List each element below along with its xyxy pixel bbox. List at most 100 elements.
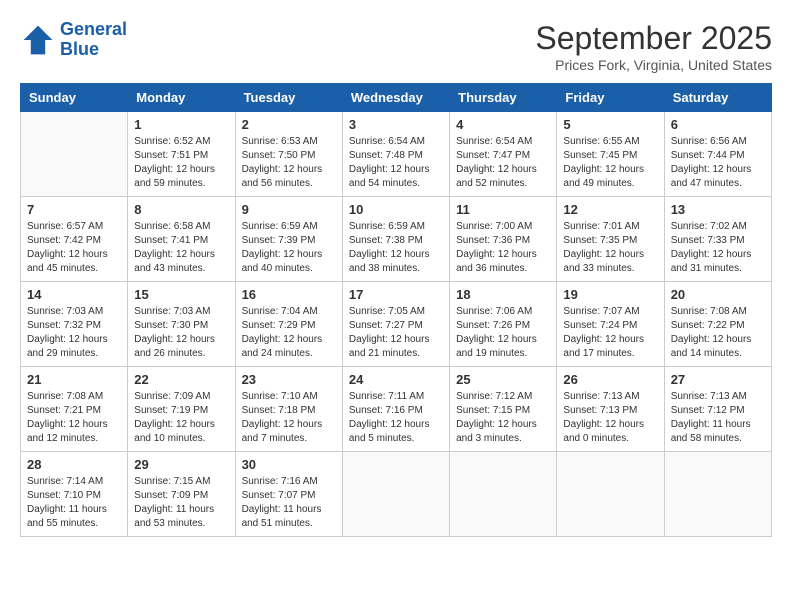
calendar-header-row: SundayMondayTuesdayWednesdayThursdayFrid… (21, 84, 772, 112)
day-info: Sunrise: 7:03 AM Sunset: 7:30 PM Dayligh… (134, 305, 228, 361)
day-info: Sunrise: 6:59 AM Sunset: 7:39 PM Dayligh… (242, 220, 336, 276)
day-number: 2 (242, 117, 336, 132)
calendar-cell: 10 Sunrise: 6:59 AM Sunset: 7:38 PM Dayli… (342, 197, 449, 282)
day-number: 22 (134, 372, 228, 387)
day-number: 10 (349, 202, 443, 217)
calendar-cell: 29 Sunrise: 7:15 AM Sunset: 7:09 PM Dayli… (128, 452, 235, 537)
day-info: Sunrise: 6:54 AM Sunset: 7:47 PM Dayligh… (456, 135, 550, 191)
calendar-cell (557, 452, 664, 537)
calendar-cell: 13Sunrise: 7:02 AM Sunset: 7:33 PM Dayli… (664, 197, 771, 282)
calendar-week-1: 1 Sunrise: 6:52 AM Sunset: 7:51 PM Daylig… (21, 112, 772, 197)
col-header-wednesday: Wednesday (342, 84, 449, 112)
calendar-cell: 24 Sunrise: 7:11 AM Sunset: 7:16 PM Dayli… (342, 367, 449, 452)
calendar-cell: 14Sunrise: 7:03 AM Sunset: 7:32 PM Dayli… (21, 282, 128, 367)
day-number: 24 (349, 372, 443, 387)
calendar-cell (664, 452, 771, 537)
calendar-cell: 27 Sunrise: 7:13 AM Sunset: 7:12 PM Dayli… (664, 367, 771, 452)
calendar-cell: 30 Sunrise: 7:16 AM Sunset: 7:07 PM Dayli… (235, 452, 342, 537)
day-number: 28 (27, 457, 121, 472)
calendar-cell: 25 Sunrise: 7:12 AM Sunset: 7:15 PM Dayli… (450, 367, 557, 452)
day-number: 29 (134, 457, 228, 472)
month-title: September 2025 (535, 20, 772, 57)
day-info: Sunrise: 7:09 AM Sunset: 7:19 PM Dayligh… (134, 390, 228, 446)
day-number: 30 (242, 457, 336, 472)
day-info: Sunrise: 7:07 AM Sunset: 7:24 PM Dayligh… (563, 305, 657, 361)
day-number: 25 (456, 372, 550, 387)
calendar-cell: 17Sunrise: 7:05 AM Sunset: 7:27 PM Dayli… (342, 282, 449, 367)
day-number: 6 (671, 117, 765, 132)
location: Prices Fork, Virginia, United States (535, 57, 772, 73)
logo: General Blue (20, 20, 127, 60)
calendar-cell (450, 452, 557, 537)
calendar-cell: 18 Sunrise: 7:06 AM Sunset: 7:26 PM Dayli… (450, 282, 557, 367)
calendar-cell (21, 112, 128, 197)
day-number: 21 (27, 372, 121, 387)
day-info: Sunrise: 7:08 AM Sunset: 7:21 PM Dayligh… (27, 390, 121, 446)
calendar-cell: 15 Sunrise: 7:03 AM Sunset: 7:30 PM Dayli… (128, 282, 235, 367)
day-info: Sunrise: 7:02 AM Sunset: 7:33 PM Dayligh… (671, 220, 765, 276)
calendar-cell: 12 Sunrise: 7:01 AM Sunset: 7:35 PM Dayli… (557, 197, 664, 282)
day-info: Sunrise: 7:08 AM Sunset: 7:22 PM Dayligh… (671, 305, 765, 361)
page-header: General Blue September 2025 Prices Fork,… (20, 20, 772, 73)
day-number: 12 (563, 202, 657, 217)
day-number: 1 (134, 117, 228, 132)
calendar-cell (342, 452, 449, 537)
calendar-cell: 22 Sunrise: 7:09 AM Sunset: 7:19 PM Dayli… (128, 367, 235, 452)
day-number: 9 (242, 202, 336, 217)
col-header-friday: Friday (557, 84, 664, 112)
calendar-cell: 8 Sunrise: 6:58 AM Sunset: 7:41 PM Daylig… (128, 197, 235, 282)
calendar-cell: 23Sunrise: 7:10 AM Sunset: 7:18 PM Dayli… (235, 367, 342, 452)
calendar-cell: 4 Sunrise: 6:54 AM Sunset: 7:47 PM Daylig… (450, 112, 557, 197)
day-number: 7 (27, 202, 121, 217)
day-info: Sunrise: 6:55 AM Sunset: 7:45 PM Dayligh… (563, 135, 657, 191)
day-info: Sunrise: 6:52 AM Sunset: 7:51 PM Dayligh… (134, 135, 228, 191)
day-info: Sunrise: 6:59 AM Sunset: 7:38 PM Dayligh… (349, 220, 443, 276)
day-info: Sunrise: 7:14 AM Sunset: 7:10 PM Dayligh… (27, 475, 121, 531)
day-number: 8 (134, 202, 228, 217)
day-number: 27 (671, 372, 765, 387)
day-info: Sunrise: 6:58 AM Sunset: 7:41 PM Dayligh… (134, 220, 228, 276)
day-info: Sunrise: 7:15 AM Sunset: 7:09 PM Dayligh… (134, 475, 228, 531)
calendar-cell: 9 Sunrise: 6:59 AM Sunset: 7:39 PM Daylig… (235, 197, 342, 282)
calendar-cell: 2Sunrise: 6:53 AM Sunset: 7:50 PM Daylig… (235, 112, 342, 197)
calendar-week-2: 7 Sunrise: 6:57 AM Sunset: 7:42 PM Daylig… (21, 197, 772, 282)
day-info: Sunrise: 7:03 AM Sunset: 7:32 PM Dayligh… (27, 305, 121, 361)
calendar-cell: 21 Sunrise: 7:08 AM Sunset: 7:21 PM Dayli… (21, 367, 128, 452)
col-header-saturday: Saturday (664, 84, 771, 112)
day-info: Sunrise: 7:10 AM Sunset: 7:18 PM Dayligh… (242, 390, 336, 446)
calendar-cell: 6Sunrise: 6:56 AM Sunset: 7:44 PM Daylig… (664, 112, 771, 197)
day-number: 3 (349, 117, 443, 132)
day-info: Sunrise: 6:54 AM Sunset: 7:48 PM Dayligh… (349, 135, 443, 191)
day-number: 11 (456, 202, 550, 217)
day-number: 5 (563, 117, 657, 132)
calendar-cell: 11Sunrise: 7:00 AM Sunset: 7:36 PM Dayli… (450, 197, 557, 282)
day-number: 18 (456, 287, 550, 302)
calendar-cell: 1 Sunrise: 6:52 AM Sunset: 7:51 PM Daylig… (128, 112, 235, 197)
calendar-cell: 3 Sunrise: 6:54 AM Sunset: 7:48 PM Daylig… (342, 112, 449, 197)
calendar-cell: 16 Sunrise: 7:04 AM Sunset: 7:29 PM Dayli… (235, 282, 342, 367)
calendar-cell: 5 Sunrise: 6:55 AM Sunset: 7:45 PM Daylig… (557, 112, 664, 197)
day-info: Sunrise: 7:06 AM Sunset: 7:26 PM Dayligh… (456, 305, 550, 361)
calendar-week-5: 28 Sunrise: 7:14 AM Sunset: 7:10 PM Dayli… (21, 452, 772, 537)
calendar: SundayMondayTuesdayWednesdayThursdayFrid… (20, 83, 772, 537)
day-number: 20 (671, 287, 765, 302)
title-area: September 2025 Prices Fork, Virginia, Un… (535, 20, 772, 73)
day-info: Sunrise: 7:11 AM Sunset: 7:16 PM Dayligh… (349, 390, 443, 446)
day-number: 16 (242, 287, 336, 302)
col-header-tuesday: Tuesday (235, 84, 342, 112)
col-header-monday: Monday (128, 84, 235, 112)
day-info: Sunrise: 7:04 AM Sunset: 7:29 PM Dayligh… (242, 305, 336, 361)
day-info: Sunrise: 7:13 AM Sunset: 7:12 PM Dayligh… (671, 390, 765, 446)
day-number: 4 (456, 117, 550, 132)
col-header-sunday: Sunday (21, 84, 128, 112)
calendar-week-4: 21 Sunrise: 7:08 AM Sunset: 7:21 PM Dayli… (21, 367, 772, 452)
day-number: 15 (134, 287, 228, 302)
day-info: Sunrise: 7:01 AM Sunset: 7:35 PM Dayligh… (563, 220, 657, 276)
day-info: Sunrise: 7:16 AM Sunset: 7:07 PM Dayligh… (242, 475, 336, 531)
day-number: 26 (563, 372, 657, 387)
day-info: Sunrise: 7:12 AM Sunset: 7:15 PM Dayligh… (456, 390, 550, 446)
calendar-week-3: 14Sunrise: 7:03 AM Sunset: 7:32 PM Dayli… (21, 282, 772, 367)
col-header-thursday: Thursday (450, 84, 557, 112)
day-info: Sunrise: 6:57 AM Sunset: 7:42 PM Dayligh… (27, 220, 121, 276)
calendar-cell: 28 Sunrise: 7:14 AM Sunset: 7:10 PM Dayli… (21, 452, 128, 537)
